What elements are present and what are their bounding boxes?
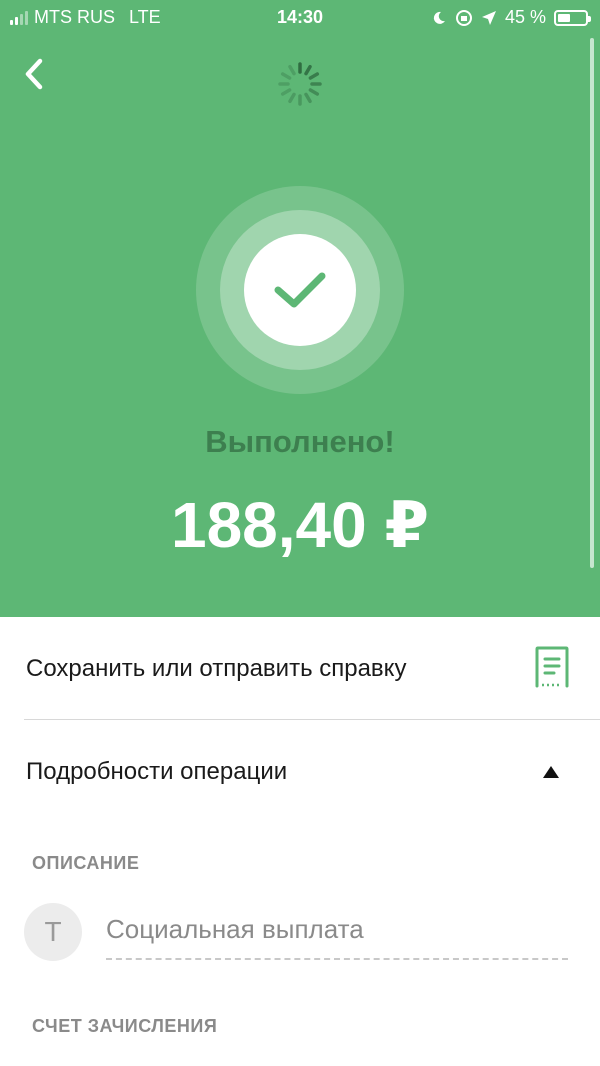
checkmark-icon [274, 272, 326, 308]
operation-details-toggle[interactable]: Подробности операции [0, 722, 600, 822]
operation-status: Выполнено! [205, 424, 395, 459]
save-or-send-receipt-button[interactable]: Сохранить или отправить справку [0, 617, 600, 720]
document-receipt-icon[interactable] [534, 646, 570, 688]
description-field[interactable]: Социальная выплата [106, 914, 568, 960]
location-arrow-icon [481, 10, 496, 25]
operation-amount: 188,40 ₽ [170, 489, 430, 561]
operation-details-label: Подробности операции [26, 758, 288, 785]
description-heading: ОПИСАНИЕ [32, 853, 140, 873]
orientation-lock-icon [455, 9, 472, 26]
divider [24, 719, 600, 720]
chevron-left-icon [25, 58, 43, 90]
account-heading: СЧЕТ ЗАЧИСЛЕНИЯ [32, 1016, 218, 1036]
battery-percent: 45 % [504, 7, 546, 27]
back-button[interactable] [18, 52, 54, 96]
success-badge [196, 186, 404, 394]
status-bar: MTS RUS LTE 14:30 45 % [0, 0, 600, 34]
avatar: Т [24, 903, 82, 961]
status-bar-right: 45 % [431, 7, 591, 28]
battery-icon [554, 9, 591, 26]
success-header: MTS RUS LTE 14:30 45 % Выполнено! 188,40… [0, 0, 600, 617]
caret-up-icon[interactable] [542, 765, 560, 779]
save-receipt-label: Сохранить или отправить справку [26, 655, 407, 682]
loading-spinner-icon [278, 62, 322, 106]
moon-icon [433, 11, 445, 24]
